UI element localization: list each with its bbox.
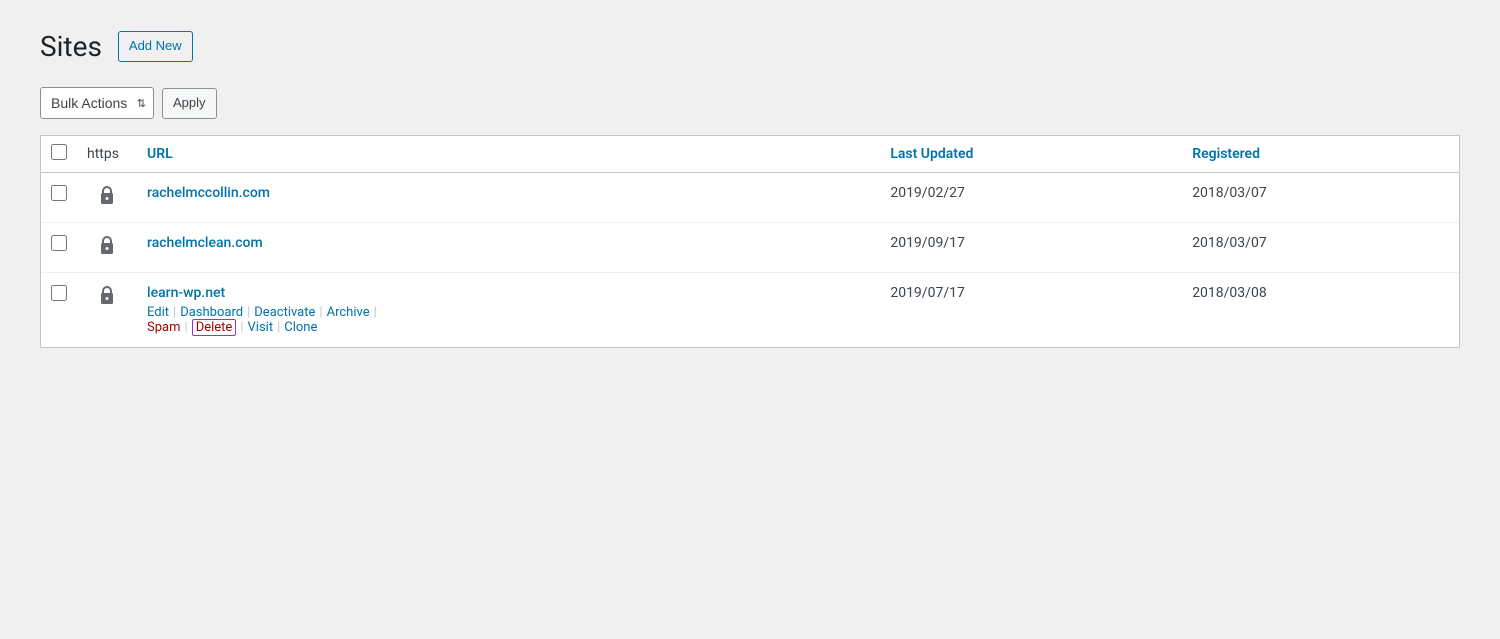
sites-table-wrapper: https URL Last Updated Registered rachel… — [40, 135, 1460, 348]
table-row: rachelmccollin.com 2019/02/272018/03/07 — [41, 173, 1459, 223]
separator: | — [185, 320, 188, 335]
site-url-link[interactable]: learn-wp.net — [147, 285, 225, 301]
action-deactivate-link[interactable]: Deactivate — [254, 305, 315, 320]
bulk-actions-select[interactable]: Bulk ActionsDelete — [40, 87, 154, 119]
row-checkbox-cell — [41, 273, 77, 348]
action-clone-link[interactable]: Clone — [284, 320, 317, 335]
last-updated-cell: 2019/02/27 — [880, 173, 1182, 223]
registered-cell: 2018/03/07 — [1182, 173, 1459, 223]
last-updated-cell: 2019/09/17 — [880, 223, 1182, 273]
col-header-registered[interactable]: Registered — [1182, 136, 1459, 173]
row-checkbox[interactable] — [51, 235, 67, 251]
action-delete-link[interactable]: Delete — [192, 319, 237, 336]
lock-icon — [99, 239, 115, 260]
col-header-last-updated[interactable]: Last Updated — [880, 136, 1182, 173]
sites-table: https URL Last Updated Registered rachel… — [41, 136, 1459, 347]
add-new-button[interactable]: Add New — [118, 31, 193, 62]
action-dashboard-link[interactable]: Dashboard — [180, 305, 243, 320]
https-cell — [77, 273, 137, 348]
apply-button[interactable]: Apply — [162, 88, 217, 119]
row-actions-line2: Spam|Delete|Visit|Clone — [147, 320, 870, 335]
https-cell — [77, 173, 137, 223]
row-actions: Edit|Dashboard|Deactivate|Archive|Spam|D… — [147, 305, 870, 335]
table-row: learn-wp.netEdit|Dashboard|Deactivate|Ar… — [41, 273, 1459, 348]
separator: | — [247, 305, 250, 320]
select-all-checkbox[interactable] — [51, 144, 67, 160]
separator: | — [173, 305, 176, 320]
toolbar: Bulk ActionsDelete ⇅ Apply — [40, 87, 1460, 119]
lock-icon — [99, 189, 115, 210]
site-url-link[interactable]: rachelmclean.com — [147, 235, 263, 251]
https-cell — [77, 223, 137, 273]
bulk-actions-wrapper: Bulk ActionsDelete ⇅ — [40, 87, 154, 119]
action-spam-link[interactable]: Spam — [147, 320, 181, 335]
last-updated-cell: 2019/07/17 — [880, 273, 1182, 348]
separator: | — [374, 305, 377, 320]
page-title: Sites — [40, 30, 102, 63]
url-cell: learn-wp.netEdit|Dashboard|Deactivate|Ar… — [137, 273, 880, 348]
action-edit-link[interactable]: Edit — [147, 305, 169, 320]
table-row: rachelmclean.com 2019/09/172018/03/07 — [41, 223, 1459, 273]
url-cell: rachelmccollin.com — [137, 173, 880, 223]
action-visit-link[interactable]: Visit — [248, 320, 274, 335]
row-checkbox[interactable] — [51, 285, 67, 301]
url-cell: rachelmclean.com — [137, 223, 880, 273]
registered-cell: 2018/03/08 — [1182, 273, 1459, 348]
row-checkbox-cell — [41, 223, 77, 273]
action-archive-link[interactable]: Archive — [327, 305, 370, 320]
row-actions-line1: Edit | Dashboard | Deactivate | Archive | — [147, 305, 870, 320]
separator: | — [240, 320, 243, 335]
row-checkbox-cell — [41, 173, 77, 223]
separator: | — [277, 320, 280, 335]
col-header-https: https — [77, 136, 137, 173]
col-header-url[interactable]: URL — [137, 136, 880, 173]
registered-cell: 2018/03/07 — [1182, 223, 1459, 273]
site-url-link[interactable]: rachelmccollin.com — [147, 185, 270, 201]
select-all-header — [41, 136, 77, 173]
lock-icon — [99, 289, 115, 310]
separator: | — [319, 305, 322, 320]
row-checkbox[interactable] — [51, 185, 67, 201]
